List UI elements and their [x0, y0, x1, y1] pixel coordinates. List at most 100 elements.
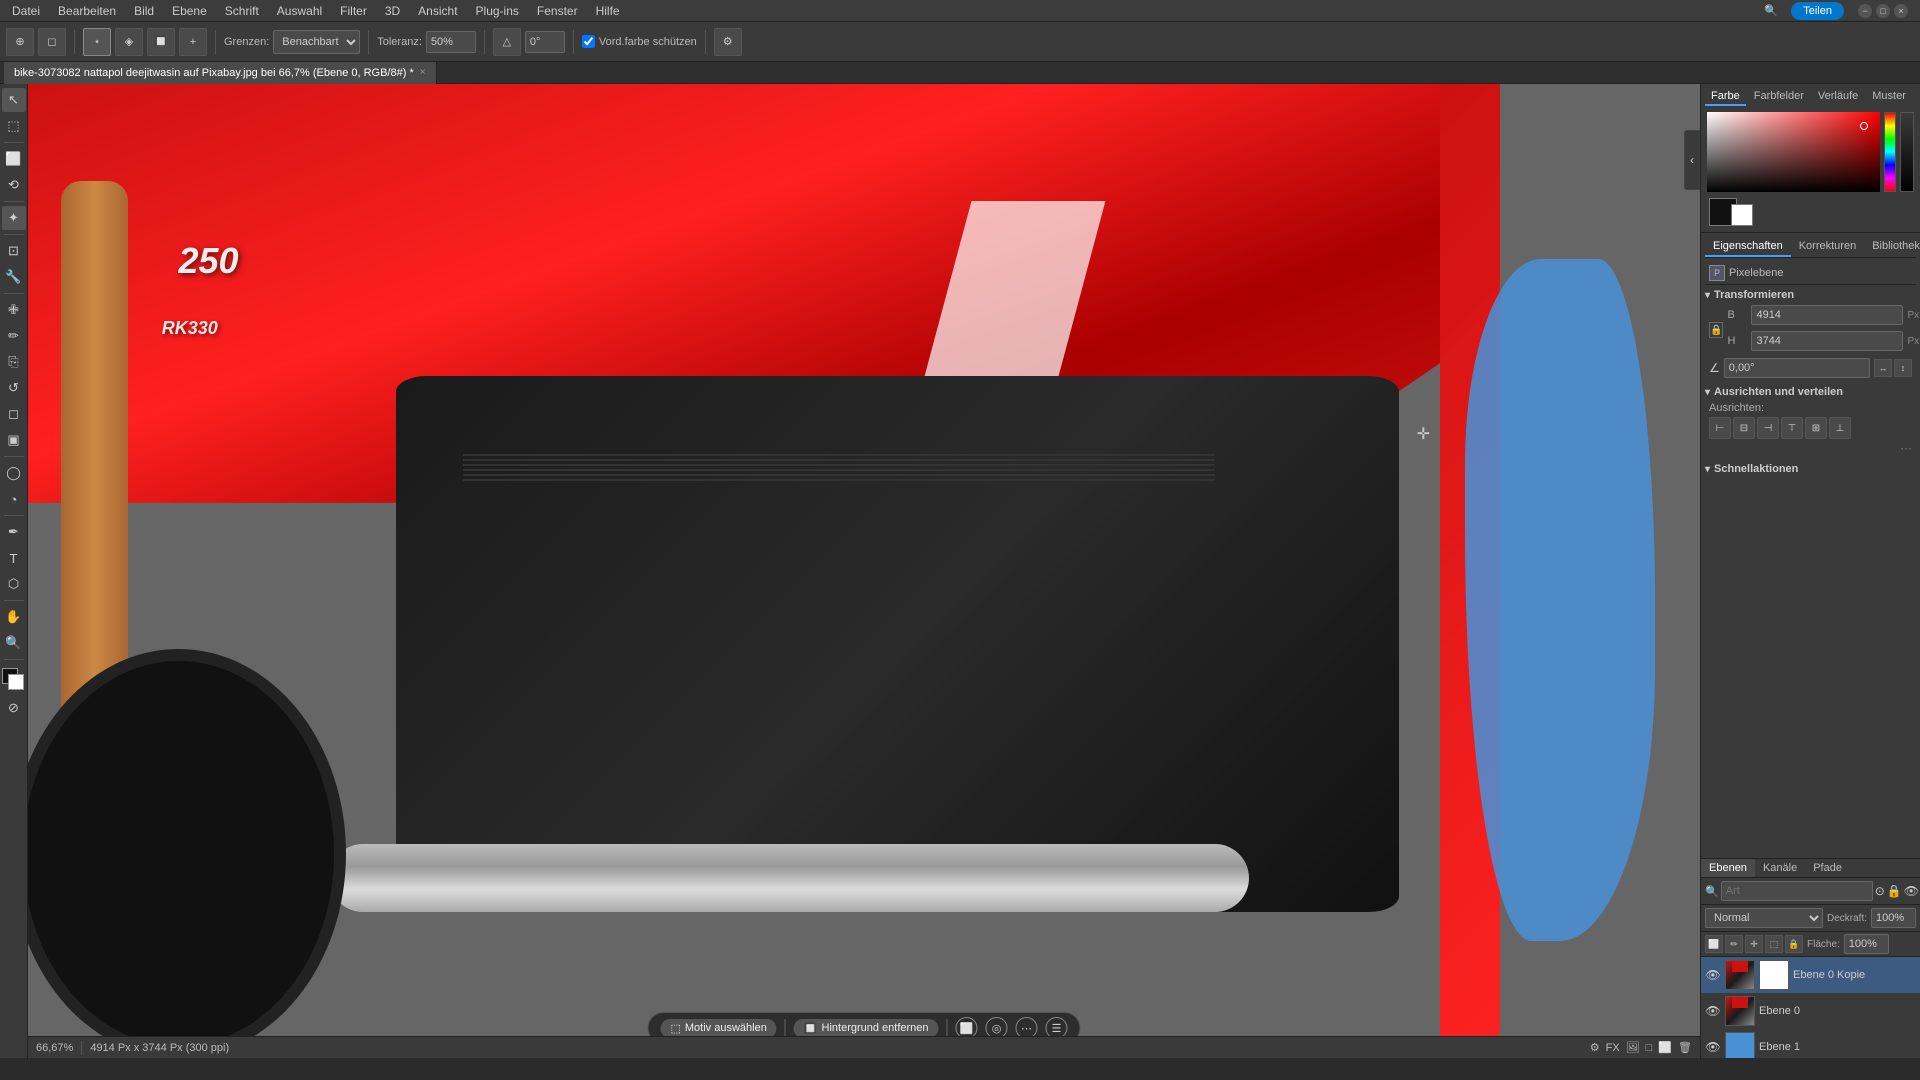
menu-ebene[interactable]: Ebene	[164, 2, 215, 20]
status-icon-3[interactable]: 🖼	[1626, 1041, 1640, 1054]
dodge-tool[interactable]: ◔	[2, 487, 26, 511]
settings-btn[interactable]: ⚙	[714, 28, 742, 56]
layers-filter-btn[interactable]: ⊙	[1875, 881, 1885, 901]
layer-eye-ebene0-kopie[interactable]: 👁	[1705, 967, 1721, 983]
selection-tool[interactable]: ↖	[2, 88, 26, 112]
search-btn[interactable]: 🔍	[1757, 0, 1785, 25]
menu-schrift[interactable]: Schrift	[217, 2, 267, 20]
minimize-button[interactable]: −	[1858, 4, 1872, 18]
align-more-btn[interactable]: ···	[1900, 441, 1912, 455]
move-tool-btn[interactable]: ⊕	[6, 28, 34, 56]
flip-v-btn[interactable]: ↕	[1894, 359, 1912, 377]
align-center-h-btn[interactable]: ⊟	[1733, 417, 1755, 439]
layers-lock-btn[interactable]: 🔒	[1887, 881, 1902, 901]
maximize-button[interactable]: □	[1876, 4, 1890, 18]
select-tool-btn[interactable]: ◻	[38, 28, 66, 56]
menu-plugins[interactable]: Plug-ins	[468, 2, 527, 20]
pen-tool[interactable]: ✒	[2, 520, 26, 544]
align-section-header[interactable]: ▾ Ausrichten und verteilen	[1705, 382, 1916, 402]
path-tool[interactable]: ⬡	[2, 572, 26, 596]
menu-hilfe[interactable]: Hilfe	[588, 2, 628, 20]
menu-auswahl[interactable]: Auswahl	[269, 2, 330, 20]
opacity-spectrum[interactable]	[1900, 112, 1914, 192]
layers-eye-btn[interactable]: 👁	[1904, 881, 1919, 901]
remove-bg-btn[interactable]: 🔲 Hintergrund entfernen	[794, 1019, 939, 1038]
tab-verlaeufe[interactable]: Verläufe	[1812, 88, 1864, 106]
canvas-area[interactable]: 250 RK330 ✛ ⬚ Motiv auswählen 🔲 Hintergr…	[28, 84, 1700, 1058]
lock-transparent-btn[interactable]: ⬜	[1705, 935, 1723, 953]
toleranz-input[interactable]	[426, 31, 476, 53]
align-bottom-btn[interactable]: ⊥	[1829, 417, 1851, 439]
share-button[interactable]: Teilen	[1791, 2, 1844, 20]
flip-h-btn[interactable]: ↔	[1874, 359, 1892, 377]
healing-tool[interactable]: ✙	[2, 298, 26, 322]
add-btn[interactable]: +	[179, 28, 207, 56]
tab-eigenschaften[interactable]: Eigenschaften	[1705, 237, 1791, 257]
layer-ebene0-kopie[interactable]: 👁 Ebene 0 Kopie	[1701, 957, 1920, 993]
wand-tool[interactable]: ✦	[2, 206, 26, 230]
menu-datei[interactable]: Datei	[4, 2, 48, 20]
zoom-tool[interactable]: 🔍	[2, 631, 26, 655]
grenzen-select[interactable]: Benachbart	[273, 30, 360, 54]
opacity-input[interactable]	[1871, 908, 1916, 928]
tab-kanaele[interactable]: Kanäle	[1755, 859, 1805, 877]
history-tool[interactable]: ↺	[2, 376, 26, 400]
fill-input[interactable]	[1844, 934, 1889, 954]
lock-pixels-btn[interactable]: ✏	[1725, 935, 1743, 953]
tab-farbfelder[interactable]: Farbfelder	[1748, 88, 1810, 106]
angle-prop-input[interactable]	[1724, 358, 1870, 378]
color-gradient-area[interactable]	[1707, 112, 1880, 192]
angle-input[interactable]	[525, 31, 565, 53]
foreground-background-colors[interactable]	[2, 668, 26, 692]
tab-close-btn[interactable]: ×	[420, 67, 426, 78]
menu-bearbeiten[interactable]: Bearbeiten	[50, 2, 124, 20]
background-swatch[interactable]	[1731, 204, 1753, 226]
align-right-btn[interactable]: ⊣	[1757, 417, 1779, 439]
lock-aspect-btn[interactable]: 🔒	[1709, 322, 1723, 338]
height-input[interactable]	[1751, 331, 1903, 351]
menu-ansicht[interactable]: Ansicht	[410, 2, 465, 20]
align-center-v-btn[interactable]: ⊞	[1805, 417, 1827, 439]
magic-wand-btn[interactable]: ⋆	[83, 28, 111, 56]
refine-btn[interactable]: ◈	[115, 28, 143, 56]
document-tab[interactable]: bike-3073082 nattapol deejitwasin auf Pi…	[4, 62, 437, 84]
gradient-tool[interactable]: ▣	[2, 428, 26, 452]
lasso-tool[interactable]: ⟲	[2, 173, 26, 197]
menu-filter[interactable]: Filter	[332, 2, 375, 20]
vorderfarbe-checkbox[interactable]	[582, 35, 595, 48]
width-input[interactable]	[1751, 305, 1903, 325]
layer-eye-ebene1[interactable]: 👁	[1705, 1039, 1721, 1055]
status-icon-2[interactable]: FX	[1606, 1042, 1620, 1054]
layer-mask-ebene0-kopie[interactable]	[1759, 960, 1789, 990]
align-top-btn[interactable]: ⊤	[1781, 417, 1803, 439]
select-subject-btn[interactable]: ⬚ Motiv auswählen	[660, 1019, 776, 1038]
status-icon-6[interactable]: 🗑	[1678, 1041, 1692, 1054]
clone-tool[interactable]: ⎘	[2, 350, 26, 374]
blur-tool[interactable]: ◯	[2, 461, 26, 485]
tab-muster[interactable]: Muster	[1866, 88, 1912, 106]
tab-bibliotheken[interactable]: Bibliotheken	[1864, 237, 1920, 257]
layer-ebene1[interactable]: 👁 Ebene 1	[1701, 1029, 1920, 1058]
lock-all-btn[interactable]: 🔒	[1785, 935, 1803, 953]
layer-ebene0[interactable]: 👁 Ebene 0	[1701, 993, 1920, 1029]
close-button[interactable]: ×	[1894, 4, 1908, 18]
hand-tool[interactable]: ✋	[2, 605, 26, 629]
artboard-tool[interactable]: ⬚	[2, 114, 26, 138]
status-icon-5[interactable]: ⬜	[1658, 1041, 1672, 1054]
layers-search-input[interactable]	[1721, 881, 1873, 901]
tab-korrekturen[interactable]: Korrekturen	[1791, 237, 1864, 257]
brush-tool[interactable]: ✏	[2, 324, 26, 348]
status-icon-4[interactable]: □	[1646, 1042, 1653, 1054]
transform-section-header[interactable]: ▾ Transformieren	[1705, 285, 1916, 305]
color-spectrum[interactable]	[1884, 112, 1896, 192]
eyedropper-tool[interactable]: 🔧	[2, 265, 26, 289]
type-tool[interactable]: T	[2, 546, 26, 570]
sample-btn[interactable]: 🔲	[147, 28, 175, 56]
crop-tool[interactable]: ⊡	[2, 239, 26, 263]
select-tool[interactable]: ⬜	[2, 147, 26, 171]
menu-fenster[interactable]: Fenster	[529, 2, 586, 20]
quick-mask-tool[interactable]: ⊘	[2, 696, 26, 720]
align-left-btn[interactable]: ⊢	[1709, 417, 1731, 439]
menu-3d[interactable]: 3D	[377, 2, 408, 20]
quick-actions-header[interactable]: ▾ Schnellaktionen	[1705, 459, 1916, 479]
